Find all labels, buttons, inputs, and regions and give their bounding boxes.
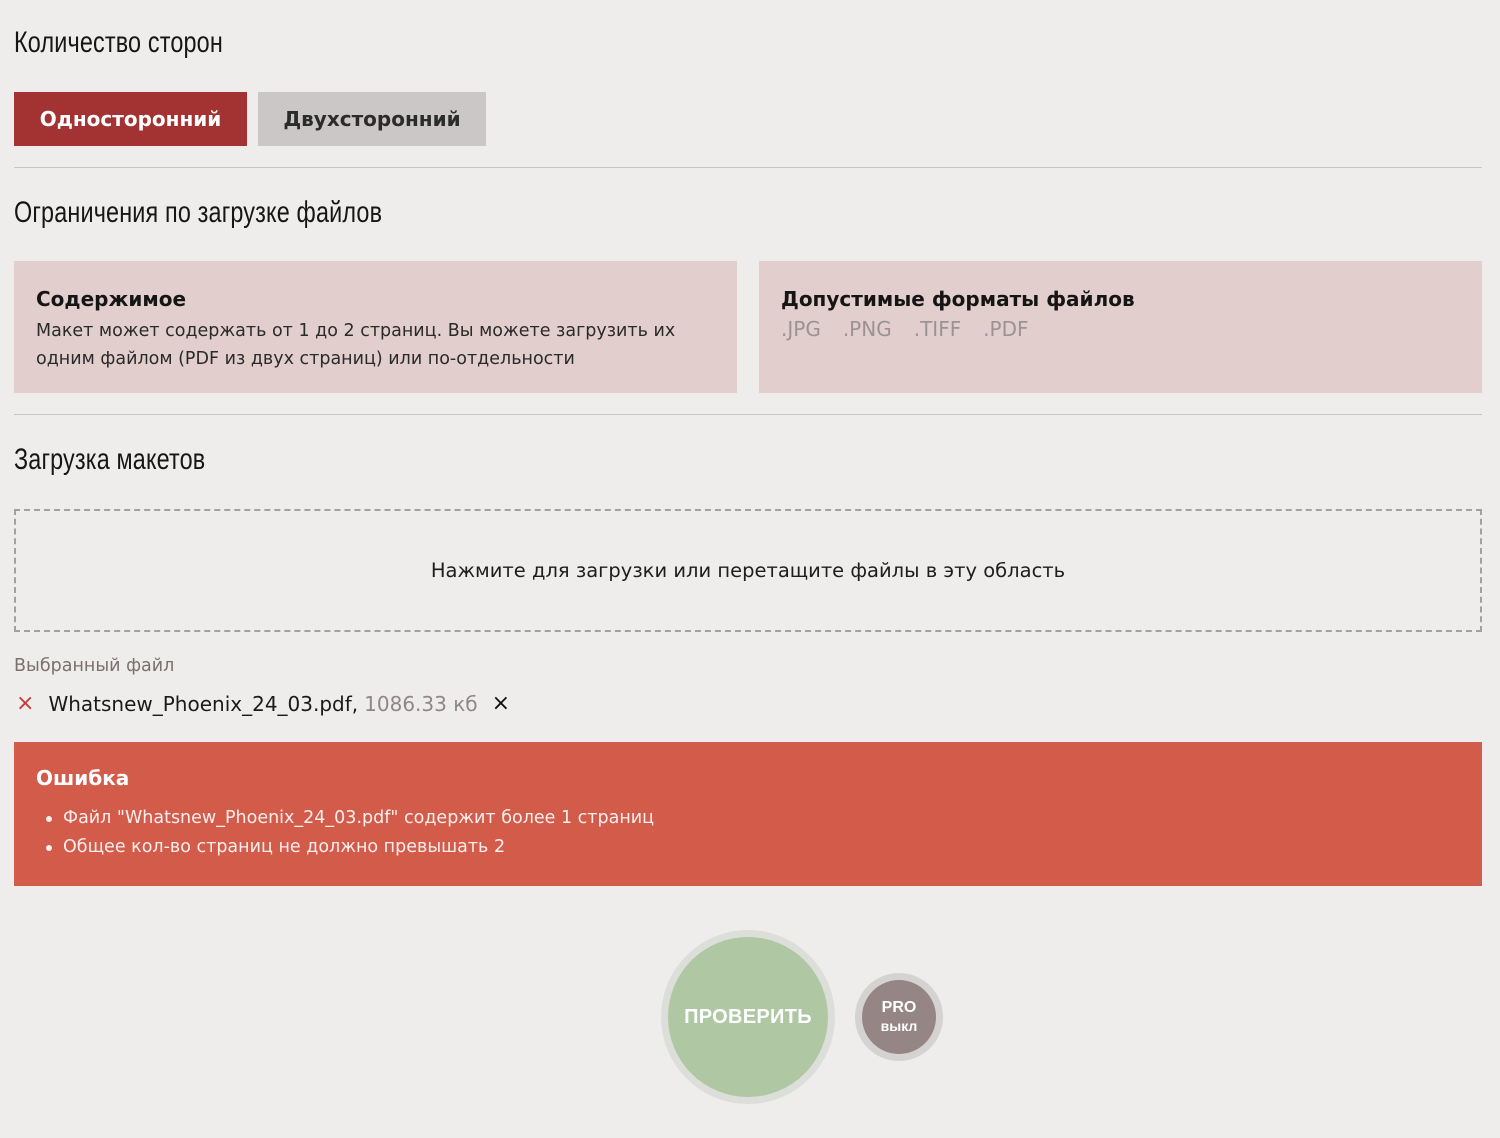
- dropzone-text: Нажмите для загрузки или перетащите файл…: [430, 559, 1066, 582]
- upload-heading: Загрузка макетов: [14, 443, 206, 476]
- pro-toggle-button[interactable]: PRO выкл: [855, 973, 943, 1061]
- selected-file-row: × Whatsnew_Phoenix_24_03.pdf, 1086.33 кб…: [16, 690, 510, 718]
- error-list: Файл "Whatsnew_Phoenix_24_03.pdf" содерж…: [36, 804, 1460, 862]
- error-item: Общее кол-во страниц не должно превышать…: [36, 833, 1460, 862]
- formats-info-card: Допустимые форматы файлов .JPG .PNG .TIF…: [759, 261, 1482, 393]
- error-item: Файл "Whatsnew_Phoenix_24_03.pdf" содерж…: [36, 804, 1460, 833]
- content-info-card: Содержимое Макет может содержать от 1 до…: [14, 261, 737, 393]
- format-pdf: .PDF: [983, 317, 1029, 341]
- pro-toggle-face: PRO выкл: [862, 980, 936, 1054]
- divider: [14, 167, 1482, 168]
- selected-file-label: Выбранный файл: [14, 656, 175, 676]
- limits-heading: Ограничения по загрузке файлов: [14, 196, 383, 229]
- formats-card-title: Допустимые форматы файлов: [781, 287, 1135, 311]
- pro-state-label: выкл: [880, 1018, 918, 1034]
- check-button-label: ПРОВЕРИТЬ: [668, 937, 828, 1097]
- check-button[interactable]: ПРОВЕРИТЬ: [661, 930, 835, 1104]
- content-card-text: Макет может содержать от 1 до 2 страниц.…: [36, 321, 676, 369]
- file-size: 1086.33 кб: [364, 692, 478, 716]
- two-sided-button[interactable]: Двухсторонний: [258, 92, 486, 146]
- remove-file-icon[interactable]: ×: [16, 693, 34, 715]
- formats-list: .JPG .PNG .TIFF .PDF: [781, 317, 1460, 341]
- format-png: .PNG: [842, 317, 892, 341]
- format-tiff: .TIFF: [913, 317, 962, 341]
- file-name: Whatsnew_Phoenix_24_03.pdf,: [48, 692, 359, 716]
- divider: [14, 414, 1482, 415]
- sides-heading: Количество сторон: [14, 26, 223, 59]
- close-icon[interactable]: ×: [492, 693, 510, 715]
- pro-label: PRO: [881, 999, 917, 1016]
- one-sided-button[interactable]: Односторонний: [14, 92, 247, 146]
- format-jpg: .JPG: [781, 317, 821, 341]
- error-title: Ошибка: [36, 766, 130, 790]
- content-card-title: Содержимое: [36, 287, 187, 311]
- print-order-page: Количество сторон Односторонний Двухстор…: [0, 0, 1500, 1138]
- error-panel: Ошибка Файл "Whatsnew_Phoenix_24_03.pdf"…: [14, 742, 1482, 886]
- file-dropzone[interactable]: Нажмите для загрузки или перетащите файл…: [14, 509, 1482, 632]
